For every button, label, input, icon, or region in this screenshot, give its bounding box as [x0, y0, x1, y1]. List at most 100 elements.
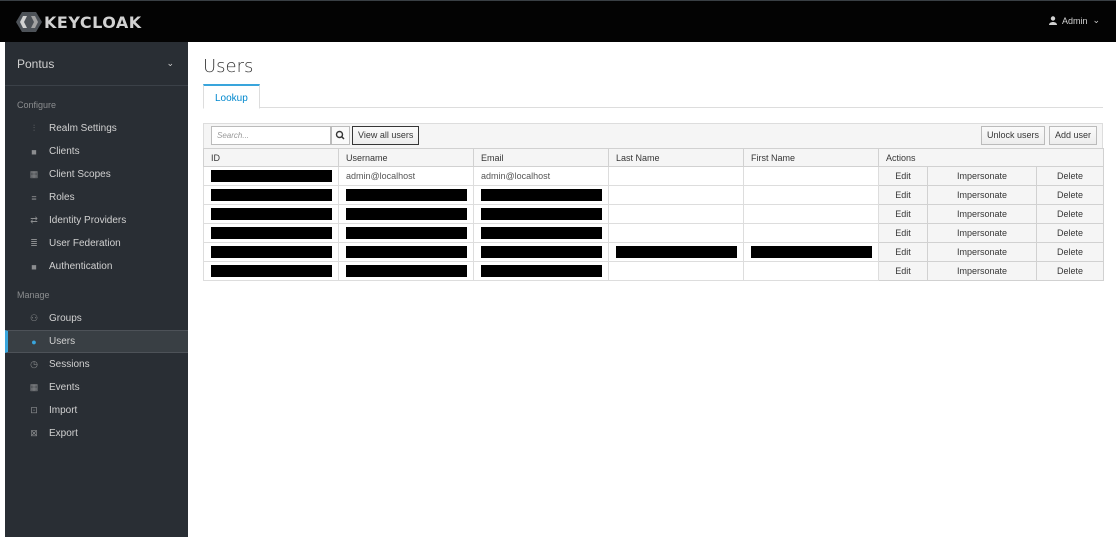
search-icon [335, 130, 345, 140]
sidebar-item-roles[interactable]: ≡ Roles [5, 186, 188, 209]
search-input[interactable]: Search... [211, 126, 331, 145]
keycloak-hex-icon [16, 12, 42, 32]
redacted-block [751, 246, 872, 258]
table-row: Edit Impersonate Delete [203, 204, 1105, 224]
edit-button[interactable]: Edit [878, 185, 928, 205]
sidebar-item-users[interactable]: ● Users [5, 330, 188, 353]
col-last-name: Last Name [608, 148, 744, 167]
sliders-icon: ⫶ [32, 123, 36, 133]
users-icon: ⚇ [29, 313, 39, 323]
redacted-block [211, 208, 332, 220]
sidebar-item-label: Identity Providers [49, 215, 127, 226]
table-header-row: ID Username Email Last Name First Name A… [203, 148, 1105, 167]
cell-username [338, 204, 474, 224]
unlock-users-button[interactable]: Unlock users [981, 126, 1046, 145]
sidebar-item-realm-settings[interactable]: ⫶ Realm Settings [5, 117, 188, 140]
sidebar-item-sessions[interactable]: ◷ Sessions [5, 353, 188, 376]
cell-email [473, 223, 609, 243]
sidebar-item-label: Groups [49, 313, 82, 324]
sidebar-item-clients[interactable]: ■ Clients [5, 140, 188, 163]
delete-button[interactable]: Delete [1035, 204, 1105, 224]
sidebar-item-import[interactable]: ⊡ Import [5, 399, 188, 422]
sidebar-item-label: Export [49, 428, 78, 439]
table-row: Edit Impersonate Delete [203, 242, 1105, 262]
edit-button[interactable]: Edit [878, 261, 928, 281]
chevron-down-icon: ⌄ [166, 58, 174, 68]
col-email: Email [473, 148, 609, 167]
sidebar-item-label: Roles [49, 192, 75, 203]
delete-button[interactable]: Delete [1035, 166, 1105, 186]
table-row: Edit Impersonate Delete [203, 185, 1105, 205]
edit-button[interactable]: Edit [878, 242, 928, 262]
user-menu[interactable]: Admin ⌄ [1048, 15, 1100, 26]
sidebar-item-identity-providers[interactable]: ⇄ Identity Providers [5, 209, 188, 232]
cell-email [473, 261, 609, 281]
cell-first [743, 242, 879, 262]
cell-username [338, 242, 474, 262]
section-configure: Configure [17, 100, 57, 110]
delete-button[interactable]: Delete [1035, 242, 1105, 262]
sidebar-item-events[interactable]: ▦ Events [5, 376, 188, 399]
cell-email [473, 242, 609, 262]
cell-first [743, 261, 879, 281]
manage-list: ⚇ Groups ● Users ◷ Sessions ▦ Events ⊡ Import ⊠ Exp… [5, 307, 188, 445]
calendar-icon: ▦ [29, 382, 39, 392]
impersonate-button[interactable]: Impersonate [927, 185, 1037, 205]
col-first-name: First Name [743, 148, 879, 167]
sidebar-item-label: Import [49, 405, 78, 416]
lock-icon: ■ [31, 261, 37, 272]
sidebar-item-label: Sessions [49, 359, 90, 370]
impersonate-button[interactable]: Impersonate [927, 242, 1037, 262]
sidebar-item-label: Client Scopes [49, 169, 111, 180]
col-actions: Actions [877, 148, 1105, 167]
sidebar-item-client-scopes[interactable]: ▦ Client Scopes [5, 163, 188, 186]
cell-id [203, 166, 339, 186]
impersonate-button[interactable]: Impersonate [927, 204, 1037, 224]
sidebar-item-label: Events [49, 382, 80, 393]
redacted-block [211, 246, 332, 258]
sidebar-item-groups[interactable]: ⚇ Groups [5, 307, 188, 330]
impersonate-button[interactable]: Impersonate [927, 166, 1037, 186]
redacted-block [346, 227, 467, 239]
sidebar-item-label: Users [49, 336, 76, 347]
cell-id [203, 242, 339, 262]
edit-button[interactable]: Edit [878, 166, 928, 186]
delete-button[interactable]: Delete [1035, 261, 1105, 281]
sidebar-item-authentication[interactable]: ■ Authentication [5, 255, 188, 278]
clock-icon: ◷ [30, 359, 38, 369]
cell-username [338, 261, 474, 281]
delete-button[interactable]: Delete [1035, 223, 1105, 243]
redacted-block [481, 189, 602, 201]
cell-id [203, 261, 339, 281]
impersonate-button[interactable]: Impersonate [927, 261, 1037, 281]
cell-last [608, 185, 744, 205]
col-id: ID [203, 148, 339, 167]
impersonate-button[interactable]: Impersonate [927, 223, 1037, 243]
cell-first [743, 166, 879, 186]
top-navbar: KEYCLOAK Admin ⌄ [0, 0, 1116, 42]
view-all-users-button[interactable]: View all users [352, 126, 420, 145]
delete-button[interactable]: Delete [1035, 185, 1105, 205]
edit-button[interactable]: Edit [878, 204, 928, 224]
cell-username [338, 185, 474, 205]
page-title: Users [203, 56, 254, 77]
keycloak-logo[interactable]: KEYCLOAK [16, 11, 142, 33]
cell-username: admin@localhost [338, 166, 474, 186]
tab-lookup[interactable]: Lookup [203, 84, 260, 109]
sidebar-item-user-federation[interactable]: ≣ User Federation [5, 232, 188, 255]
list-icon: ≡ [31, 192, 37, 203]
redacted-block [346, 189, 467, 201]
redacted-block [346, 265, 467, 277]
redacted-block [481, 208, 602, 220]
table-row: admin@localhost admin@localhost Edit Impers… [203, 166, 1105, 186]
edit-button[interactable]: Edit [878, 223, 928, 243]
section-manage: Manage [17, 290, 50, 300]
cell-id [203, 204, 339, 224]
sidebar-item-export[interactable]: ⊠ Export [5, 422, 188, 445]
realm-selector[interactable]: Pontus ⌄ [5, 42, 188, 86]
configure-list: ⫶ Realm Settings ■ Clients ▦ Client Scopes ≡ Ro… [5, 117, 188, 278]
cell-last [608, 204, 744, 224]
search-button[interactable] [331, 126, 350, 145]
add-user-button[interactable]: Add user [1049, 126, 1098, 145]
table-row: Edit Impersonate Delete [203, 223, 1105, 243]
